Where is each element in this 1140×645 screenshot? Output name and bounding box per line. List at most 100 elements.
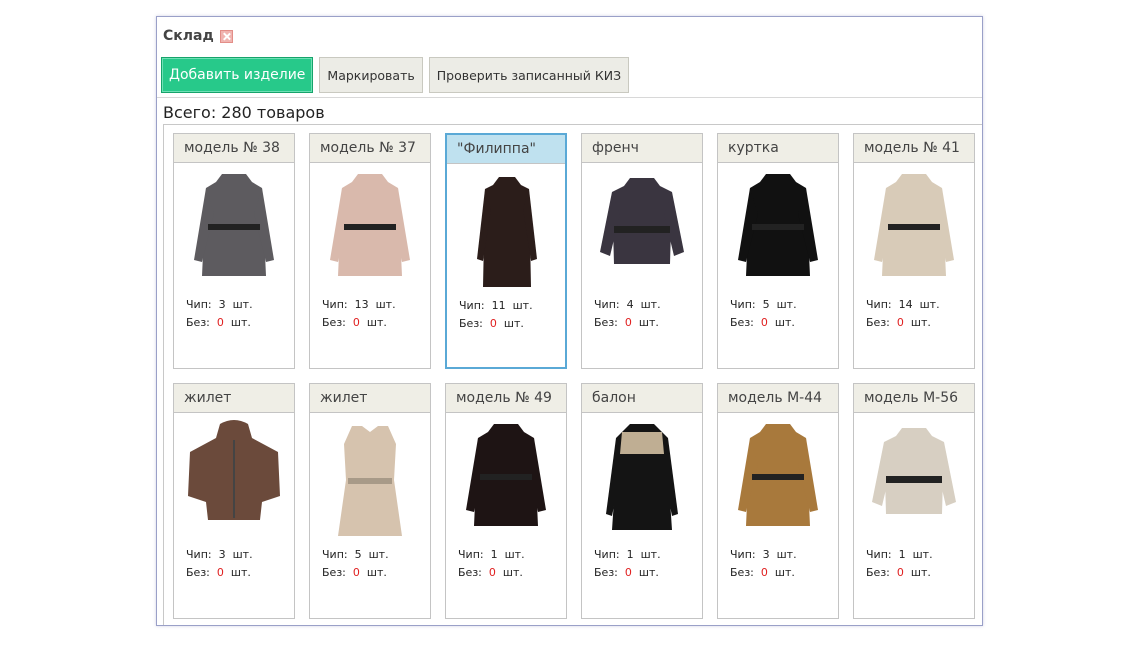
without-count: 0: [216, 566, 224, 579]
without-label: Без:: [186, 316, 210, 329]
without-unit: шт.: [638, 316, 659, 329]
product-card[interactable]: модель № 41 Чип: 14 шт. Без: 0 шт.: [853, 133, 975, 369]
close-icon[interactable]: [219, 29, 233, 43]
product-name: френч: [582, 134, 702, 163]
without-unit: шт.: [230, 566, 251, 579]
garment-image: [738, 174, 818, 276]
chip-unit: шт.: [640, 548, 661, 561]
chip-unit: шт.: [232, 548, 253, 561]
product-image: [590, 168, 694, 290]
chip-count: 14: [898, 298, 913, 311]
without-line: Без: 0 шт.: [594, 564, 661, 582]
chip-count: 13: [354, 298, 369, 311]
without-unit: шт.: [774, 566, 795, 579]
without-unit: шт.: [230, 316, 251, 329]
product-card[interactable]: модель № 49 Чип: 1 шт. Без: 0 шт.: [445, 383, 567, 619]
product-image: [318, 168, 422, 290]
product-stats: Чип: 14 шт. Без: 0 шт.: [866, 296, 940, 332]
without-line: Без: 0 шт.: [730, 314, 797, 332]
product-stats: Чип: 1 шт. Без: 0 шт.: [866, 546, 933, 582]
product-card[interactable]: модель М-56 Чип: 1 шт. Без: 0 шт.: [853, 383, 975, 619]
chip-label: Чип:: [594, 298, 620, 311]
product-name: "Филиппа": [447, 135, 565, 164]
product-image: [862, 418, 966, 540]
without-label: Без:: [594, 316, 618, 329]
product-card[interactable]: жилет Чип: 5 шт. Без: 0 шт.: [309, 383, 431, 619]
without-count: 0: [760, 566, 768, 579]
product-image: [862, 168, 966, 290]
without-count: 0: [216, 316, 224, 329]
product-name: модель № 37: [310, 134, 430, 163]
chip-unit: шт.: [776, 548, 797, 561]
chip-count: 5: [354, 548, 362, 561]
chip-label: Чип:: [186, 298, 212, 311]
divider: [157, 97, 982, 98]
chip-line: Чип: 1 шт.: [458, 546, 525, 564]
garment-image: [194, 174, 274, 276]
garment-image: [600, 178, 684, 264]
chip-label: Чип:: [866, 298, 892, 311]
product-name: модель М-56: [854, 384, 974, 413]
product-stats: Чип: 5 шт. Без: 0 шт.: [730, 296, 797, 332]
mark-button[interactable]: Маркировать: [319, 57, 423, 93]
product-card[interactable]: балон Чип: 1 шт. Без: 0 шт.: [581, 383, 703, 619]
chip-line: Чип: 3 шт.: [186, 296, 253, 314]
chip-count: 1: [626, 548, 634, 561]
without-unit: шт.: [503, 317, 524, 330]
without-line: Без: 0 шт.: [322, 314, 396, 332]
garment-image: [338, 426, 402, 536]
product-image: [726, 168, 830, 290]
product-card[interactable]: модель М-44 Чип: 3 шт. Без: 0 шт.: [717, 383, 839, 619]
product-card[interactable]: модель № 37 Чип: 13 шт. Без: 0 шт.: [309, 133, 431, 369]
product-name: жилет: [310, 384, 430, 413]
garment-image: [330, 174, 410, 276]
chip-label: Чип:: [186, 548, 212, 561]
without-line: Без: 0 шт.: [458, 564, 525, 582]
product-stats: Чип: 11 шт. Без: 0 шт.: [459, 297, 533, 333]
chip-line: Чип: 3 шт.: [730, 546, 797, 564]
product-card[interactable]: модель № 38 Чип: 3 шт. Без: 0 шт.: [173, 133, 295, 369]
product-name: жилет: [174, 384, 294, 413]
chip-label: Чип:: [730, 298, 756, 311]
chip-line: Чип: 3 шт.: [186, 546, 253, 564]
product-stats: Чип: 3 шт. Без: 0 шт.: [730, 546, 797, 582]
product-card[interactable]: жилет Чип: 3 шт. Без: 0 шт.: [173, 383, 295, 619]
garment-image: [738, 424, 818, 526]
product-card[interactable]: куртка Чип: 5 шт. Без: 0 шт.: [717, 133, 839, 369]
without-count: 0: [896, 566, 904, 579]
without-unit: шт.: [502, 566, 523, 579]
product-image: [455, 169, 559, 291]
product-image: [590, 418, 694, 540]
chip-count: 3: [218, 298, 226, 311]
product-name: модель М-44: [718, 384, 838, 413]
product-card[interactable]: "Филиппа" Чип: 11 шт. Без: 0 шт.: [445, 133, 567, 369]
add-item-button[interactable]: Добавить изделие: [161, 57, 314, 93]
without-label: Без:: [866, 566, 890, 579]
product-stats: Чип: 5 шт. Без: 0 шт.: [322, 546, 389, 582]
chip-count: 3: [762, 548, 770, 561]
product-image: [726, 418, 830, 540]
without-label: Без:: [866, 316, 890, 329]
chip-count: 3: [218, 548, 226, 561]
chip-unit: шт.: [375, 298, 396, 311]
without-count: 0: [624, 566, 632, 579]
without-label: Без:: [459, 317, 483, 330]
chip-label: Чип:: [459, 299, 485, 312]
without-unit: шт.: [366, 566, 387, 579]
without-label: Без:: [458, 566, 482, 579]
chip-count: 4: [626, 298, 634, 311]
without-count: 0: [896, 316, 904, 329]
chip-count: 1: [898, 548, 906, 561]
garment-image: [606, 424, 678, 530]
check-kiz-button[interactable]: Проверить записанный КИЗ: [428, 57, 630, 93]
chip-label: Чип:: [594, 548, 620, 561]
without-line: Без: 0 шт.: [322, 564, 389, 582]
without-line: Без: 0 шт.: [594, 314, 661, 332]
chip-line: Чип: 4 шт.: [594, 296, 661, 314]
product-name: модель № 49: [446, 384, 566, 413]
garment-image: [874, 174, 954, 276]
chip-unit: шт.: [232, 298, 253, 311]
product-card[interactable]: френч Чип: 4 шт. Без: 0 шт.: [581, 133, 703, 369]
garment-image: [477, 177, 537, 287]
chip-count: 11: [491, 299, 506, 312]
